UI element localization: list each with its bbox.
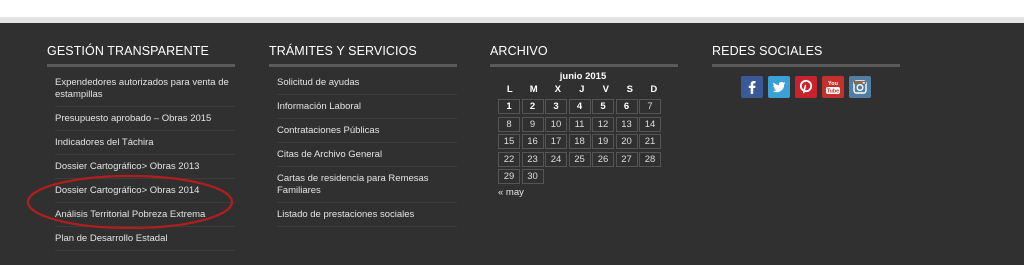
- site-footer: GESTIÓN TRANSPARENTE Expendedores autori…: [0, 23, 1024, 265]
- calendar-day: 11: [568, 116, 591, 132]
- gestion-list: Expendedores autorizados para venta de e…: [47, 71, 235, 251]
- link-text: Solicitud de ayudas: [277, 77, 360, 88]
- gestion-link-dossier-2014[interactable]: Dossier Cartográfico> Obras 2014: [55, 179, 235, 203]
- calendar-day[interactable]: 3: [545, 99, 567, 114]
- calendar-day: 27: [615, 151, 638, 167]
- svg-text:You: You: [828, 81, 838, 87]
- calendar-day: 28: [639, 151, 661, 167]
- facebook-icon[interactable]: [741, 76, 763, 98]
- gestion-link-expendedores[interactable]: Expendedores autorizados para venta de e…: [55, 71, 235, 107]
- link-text: Indicadores del Táchira: [55, 137, 154, 148]
- tramites-list: Solicitud de ayudas Información Laboral …: [269, 71, 457, 227]
- calendar-day: 19: [592, 134, 614, 149]
- archive-calendar: junio 2015 LMXJVSD 1 2 3 4 5 6 7 8 9 10 11 12 13 14 15…: [498, 71, 668, 198]
- tramites-link-contrataciones[interactable]: Contrataciones Públicas: [277, 119, 457, 143]
- calendar-day: 14: [639, 116, 661, 132]
- redes-sociales-section: REDES SOCIALES You Tube: [712, 43, 900, 98]
- link-text: Dossier Cartográfico> Obras 2013: [55, 161, 200, 172]
- weekday-header: S: [626, 84, 633, 95]
- link-text: Cartas de residencia para Remesas Famili…: [277, 173, 429, 196]
- calendar-day: 12: [592, 116, 614, 132]
- gestion-link-indicadores[interactable]: Indicadores del Táchira: [55, 131, 235, 155]
- calendar-day: 21: [639, 134, 661, 149]
- gestion-title: GESTIÓN TRANSPARENTE: [47, 44, 209, 58]
- calendar-day[interactable]: 6: [615, 99, 638, 114]
- calendar-empty-cell: [545, 169, 567, 184]
- gestion-transparente-section: GESTIÓN TRANSPARENTE Expendedores autori…: [47, 43, 235, 251]
- tramites-section: TRÁMITES Y SERVICIOS Solicitud de ayudas…: [269, 43, 457, 227]
- calendar-day: 29: [498, 169, 520, 184]
- calendar-day[interactable]: 4: [568, 99, 591, 114]
- link-text: Análisis Territorial Pobreza Extrema: [55, 209, 206, 220]
- archivo-section: ARCHIVO junio 2015 LMXJVSD 1 2 3 4 5 6 7 8 9 10 11…: [490, 43, 678, 198]
- calendar-day[interactable]: 1: [498, 99, 520, 114]
- link-text: Presupuesto aprobado – Obras 2015: [55, 113, 212, 124]
- page-top-area: [0, 0, 1024, 17]
- calendar-empty-cell: [639, 169, 661, 184]
- redes-title: REDES SOCIALES: [712, 44, 823, 58]
- calendar-day: 17: [545, 134, 567, 149]
- calendar-day-grid: 1 2 3 4 5 6 7 8 9 10 11 12 13 14 15 16 17 18 19 20 21 22 23 24 2…: [498, 99, 668, 184]
- calendar-day: 9: [521, 116, 544, 132]
- calendar-day[interactable]: 2: [521, 99, 544, 114]
- calendar-caption: junio 2015: [559, 71, 607, 82]
- weekday-header: J: [579, 84, 585, 95]
- link-text: Listado de prestaciones sociales: [277, 209, 415, 220]
- calendar-day: 25: [568, 151, 591, 167]
- instagram-icon[interactable]: [849, 76, 871, 98]
- archivo-title: ARCHIVO: [490, 44, 548, 58]
- weekday-header: M: [529, 84, 538, 95]
- calendar-empty-cell: [568, 169, 591, 184]
- calendar-day: 13: [615, 116, 638, 132]
- weekday-header: X: [554, 84, 561, 95]
- calendar-day: 8: [498, 116, 520, 132]
- calendar-day: 10: [545, 116, 567, 132]
- link-text: Expendedores autorizados para venta de e…: [55, 77, 229, 100]
- twitter-icon[interactable]: [768, 76, 790, 98]
- tramites-link-laboral[interactable]: Información Laboral: [277, 95, 457, 119]
- gestion-link-analisis[interactable]: Análisis Territorial Pobreza Extrema: [55, 203, 235, 227]
- gestion-link-dossier-2013[interactable]: Dossier Cartográfico> Obras 2013: [55, 155, 235, 179]
- gestion-link-presupuesto[interactable]: Presupuesto aprobado – Obras 2015: [55, 107, 235, 131]
- calendar-weekday-row: LMXJVSD: [498, 83, 668, 97]
- weekday-header: L: [506, 84, 513, 95]
- calendar-day: 7: [639, 99, 661, 114]
- calendar-day[interactable]: 5: [592, 99, 614, 114]
- calendar-day: 24: [545, 151, 567, 167]
- calendar-day: 26: [592, 151, 614, 167]
- calendar-day: 30: [521, 169, 544, 184]
- calendar-day: 23: [521, 151, 544, 167]
- calendar-day: 22: [498, 151, 520, 167]
- tramites-link-prestaciones[interactable]: Listado de prestaciones sociales: [277, 203, 457, 227]
- tramites-link-cartas[interactable]: Cartas de residencia para Remesas Famili…: [277, 167, 457, 203]
- calendar-empty-cell: [615, 169, 638, 184]
- link-text: Dossier Cartográfico> Obras 2014: [55, 185, 200, 196]
- calendar-day: 16: [521, 134, 544, 149]
- youtube-icon[interactable]: You Tube: [822, 76, 844, 98]
- calendar-day: 15: [498, 134, 520, 149]
- calendar-day: 20: [615, 134, 638, 149]
- redes-divider: [712, 64, 900, 67]
- tramites-link-ayudas[interactable]: Solicitud de ayudas: [277, 71, 457, 95]
- tramites-title: TRÁMITES Y SERVICIOS: [269, 44, 417, 58]
- tramites-divider: [269, 64, 457, 67]
- tramites-link-citas[interactable]: Citas de Archivo General: [277, 143, 457, 167]
- calendar-empty-cell: [592, 169, 614, 184]
- calendar-day: 18: [568, 134, 591, 149]
- social-icons: You Tube: [741, 76, 900, 98]
- link-text: Contrataciones Públicas: [277, 125, 380, 136]
- calendar-prev-month-link[interactable]: « may: [498, 187, 668, 198]
- gestion-link-plan[interactable]: Plan de Desarrollo Estadal: [55, 227, 235, 251]
- archivo-divider: [490, 64, 678, 67]
- link-text: Citas de Archivo General: [277, 149, 383, 160]
- pinterest-icon[interactable]: [795, 76, 817, 98]
- link-text: Información Laboral: [277, 101, 361, 112]
- svg-text:Tube: Tube: [827, 89, 839, 95]
- weekday-header: V: [602, 84, 609, 95]
- link-text: Plan de Desarrollo Estadal: [55, 233, 168, 244]
- weekday-header: D: [650, 84, 658, 95]
- gestion-divider: [47, 64, 235, 67]
